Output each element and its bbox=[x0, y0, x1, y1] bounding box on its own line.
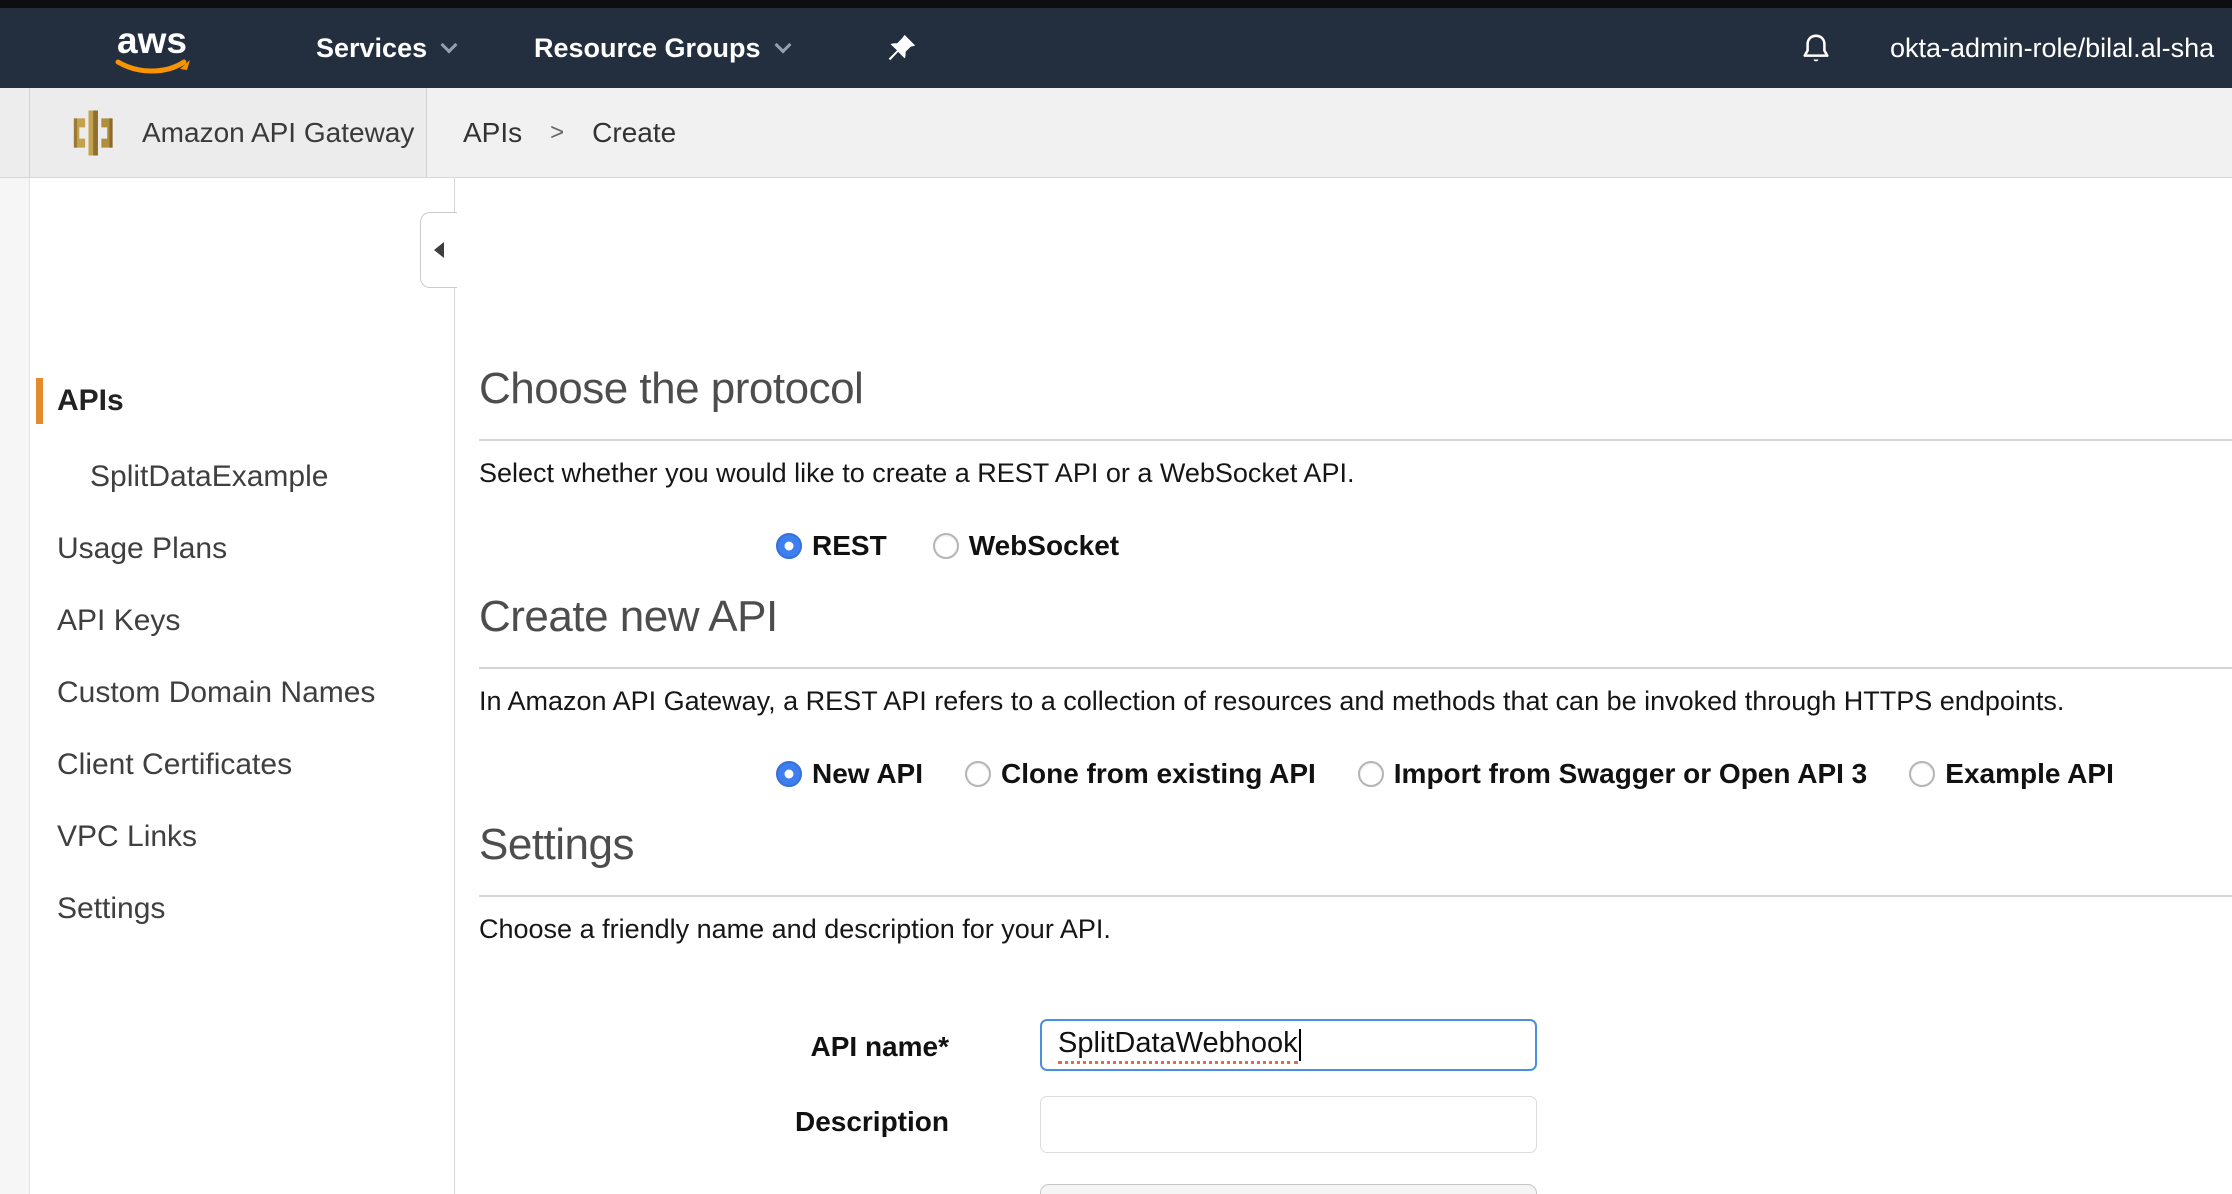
radio-unselected-icon bbox=[965, 761, 991, 787]
sidebar-collapse-button[interactable] bbox=[420, 212, 457, 288]
endpoint-type-select[interactable]: Regional bbox=[1040, 1184, 1537, 1194]
radio-label: WebSocket bbox=[969, 530, 1119, 562]
section-divider bbox=[479, 895, 2232, 897]
nav-account-menu[interactable]: okta-admin-role/bilal.al-sha bbox=[1890, 8, 2232, 88]
left-gutter bbox=[0, 178, 30, 1194]
nav-resource-groups[interactable]: Resource Groups bbox=[534, 8, 789, 88]
create-radio-group: New API Clone from existing API Import f… bbox=[776, 758, 2114, 790]
api-name-input[interactable]: SplitDataWebhook bbox=[1040, 1019, 1537, 1071]
chevron-down-icon bbox=[774, 37, 791, 54]
active-indicator-bar bbox=[36, 378, 43, 424]
left-gutter-top bbox=[0, 88, 30, 177]
aws-logo[interactable]: aws bbox=[106, 21, 198, 82]
bell-icon[interactable] bbox=[1798, 31, 1834, 67]
sidebar-item-label: Custom Domain Names bbox=[30, 676, 375, 710]
section-title-protocol: Choose the protocol bbox=[479, 364, 863, 414]
breadcrumb-bar: Amazon API Gateway APIs > Create bbox=[0, 88, 2232, 178]
service-title[interactable]: Amazon API Gateway bbox=[30, 88, 427, 177]
breadcrumb-separator: > bbox=[550, 119, 564, 147]
chevron-down-icon bbox=[441, 37, 458, 54]
sidebar-item-label: APIs bbox=[30, 384, 124, 418]
nav-services-label: Services bbox=[316, 33, 427, 64]
sidebar-item-vpc-links[interactable]: VPC Links bbox=[30, 814, 454, 860]
radio-label: REST bbox=[812, 530, 887, 562]
radio-label: New API bbox=[812, 758, 923, 790]
create-description: In Amazon API Gateway, a REST API refers… bbox=[479, 686, 2064, 717]
sidebar-item-splitdataexample[interactable]: SplitDataExample bbox=[30, 454, 454, 500]
pushpin-icon[interactable] bbox=[884, 32, 918, 66]
main-content: Choose the protocol Select whether you w… bbox=[456, 178, 2232, 1194]
radio-unselected-icon bbox=[1358, 761, 1384, 787]
nav-account-label: okta-admin-role/bilal.al-sha bbox=[1890, 33, 2214, 64]
text-cursor bbox=[1299, 1029, 1301, 1061]
radio-option-import-swagger[interactable]: Import from Swagger or Open API 3 bbox=[1358, 758, 1867, 790]
radio-selected-icon bbox=[776, 761, 802, 787]
protocol-radio-group: REST WebSocket bbox=[776, 530, 1119, 562]
radio-unselected-icon bbox=[933, 533, 959, 559]
nav-services[interactable]: Services bbox=[316, 8, 455, 88]
radio-label: Example API bbox=[1945, 758, 2114, 790]
sidebar-item-label: Usage Plans bbox=[30, 532, 227, 566]
section-divider bbox=[479, 667, 2232, 669]
sidebar-item-apis[interactable]: APIs bbox=[30, 378, 454, 424]
description-input[interactable] bbox=[1040, 1096, 1537, 1153]
sidebar: APIs SplitDataExample Usage Plans API Ke… bbox=[30, 178, 455, 1194]
radio-unselected-icon bbox=[1909, 761, 1935, 787]
sidebar-item-label: Client Certificates bbox=[30, 748, 292, 782]
collapse-left-icon bbox=[434, 242, 444, 258]
radio-option-clone[interactable]: Clone from existing API bbox=[965, 758, 1316, 790]
description-label: Description bbox=[479, 1106, 949, 1138]
svg-text:aws: aws bbox=[117, 21, 187, 61]
sidebar-item-api-keys[interactable]: API Keys bbox=[30, 598, 454, 644]
sidebar-item-client-certificates[interactable]: Client Certificates bbox=[30, 742, 454, 788]
api-name-label: API name* bbox=[479, 1031, 949, 1063]
sidebar-item-label: API Keys bbox=[30, 604, 180, 638]
radio-option-rest[interactable]: REST bbox=[776, 530, 887, 562]
radio-option-new-api[interactable]: New API bbox=[776, 758, 923, 790]
sidebar-item-label: Settings bbox=[30, 892, 165, 926]
api-gateway-icon bbox=[66, 106, 120, 160]
browser-chrome-strip bbox=[0, 0, 2232, 8]
nav-resource-groups-label: Resource Groups bbox=[534, 33, 761, 64]
service-title-label: Amazon API Gateway bbox=[142, 117, 414, 149]
sidebar-item-label: VPC Links bbox=[30, 820, 197, 854]
sidebar-item-settings[interactable]: Settings bbox=[30, 886, 454, 932]
breadcrumb-apis[interactable]: APIs bbox=[463, 117, 522, 149]
settings-description: Choose a friendly name and description f… bbox=[479, 914, 1111, 945]
top-nav-bar: aws Services Resource Groups okta-admi bbox=[0, 8, 2232, 88]
radio-label: Clone from existing API bbox=[1001, 758, 1316, 790]
section-divider bbox=[479, 439, 2232, 441]
sidebar-item-usage-plans[interactable]: Usage Plans bbox=[30, 526, 454, 572]
section-title-settings: Settings bbox=[479, 820, 634, 870]
radio-option-websocket[interactable]: WebSocket bbox=[933, 530, 1119, 562]
api-name-value: SplitDataWebhook bbox=[1058, 1027, 1298, 1064]
sidebar-item-label: SplitDataExample bbox=[30, 460, 328, 494]
sidebar-item-custom-domain-names[interactable]: Custom Domain Names bbox=[30, 670, 454, 716]
breadcrumb: APIs > Create bbox=[427, 88, 676, 177]
aws-logo-icon: aws bbox=[106, 21, 198, 77]
radio-selected-icon bbox=[776, 533, 802, 559]
aws-console-screen: aws Services Resource Groups okta-admi bbox=[0, 0, 2232, 1194]
radio-label: Import from Swagger or Open API 3 bbox=[1394, 758, 1867, 790]
breadcrumb-create: Create bbox=[592, 117, 676, 149]
radio-option-example-api[interactable]: Example API bbox=[1909, 758, 2114, 790]
section-title-create: Create new API bbox=[479, 592, 778, 642]
protocol-description: Select whether you would like to create … bbox=[479, 458, 1354, 489]
